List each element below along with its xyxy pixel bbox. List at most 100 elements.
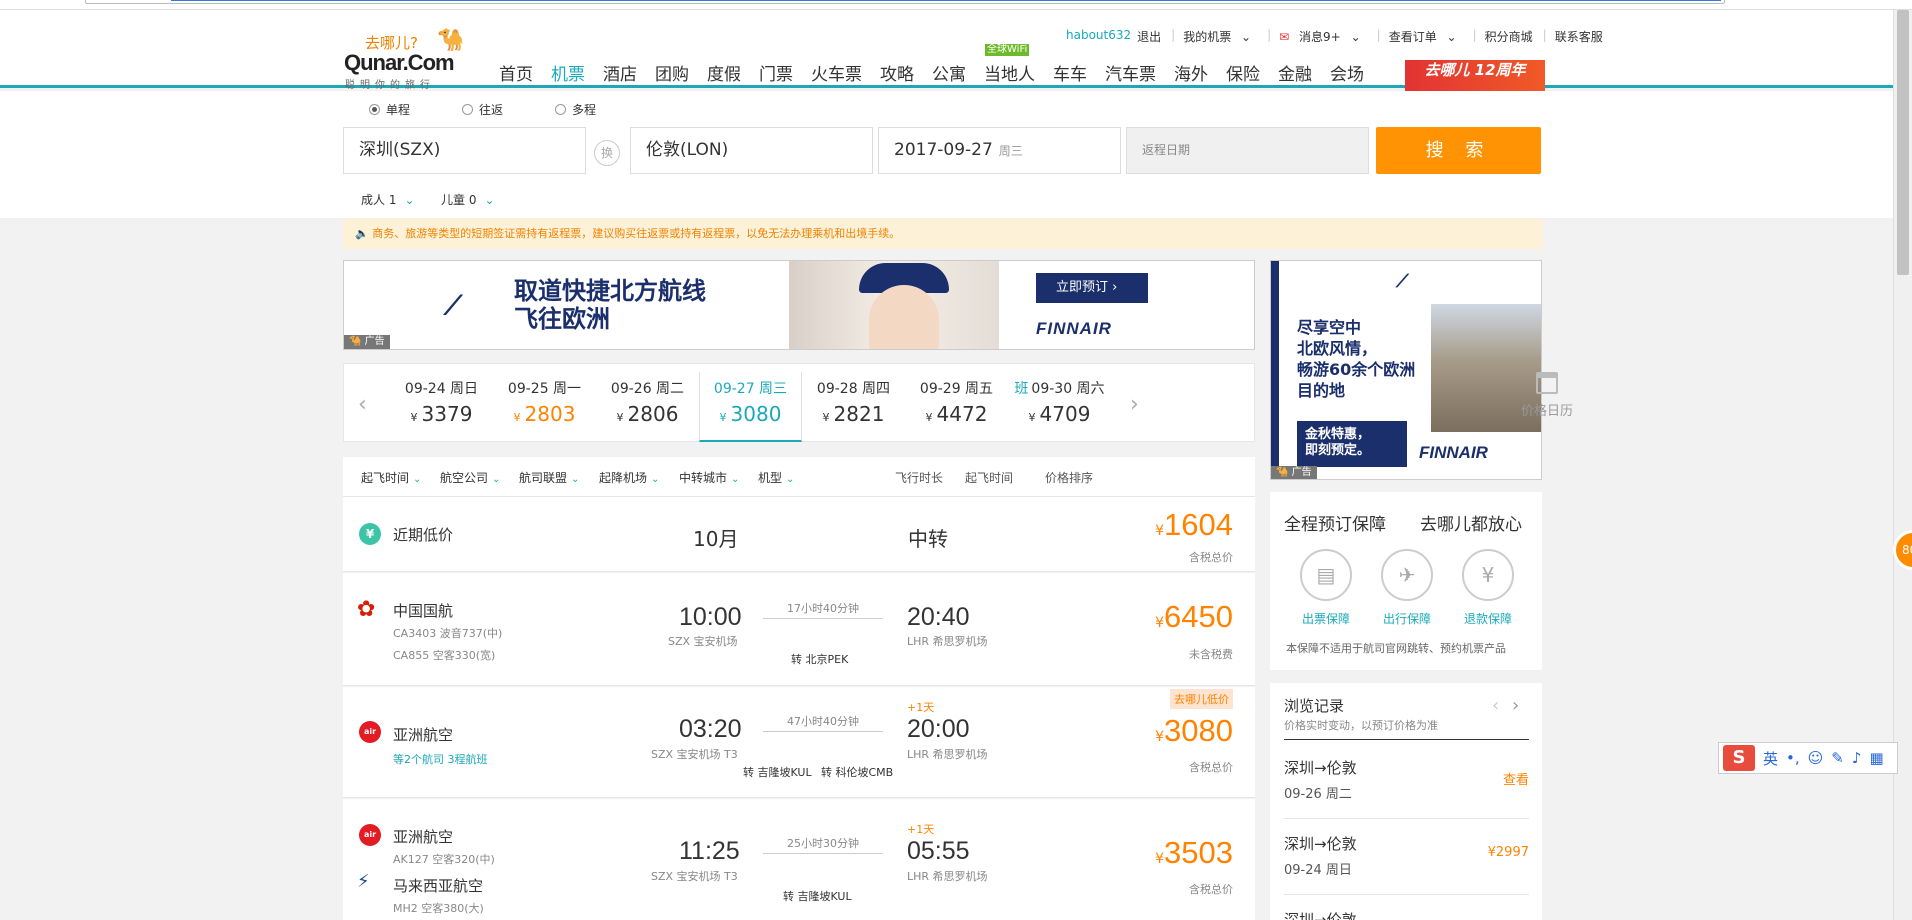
flight-row[interactable]: air 亚洲航空 AK127 空客320(中) ⚡ 马来西亚航空 MH2 空客3… bbox=[343, 799, 1255, 920]
points-link[interactable]: 积分商城 bbox=[1485, 28, 1533, 45]
return-date-input[interactable]: 返程日期 bbox=[1126, 127, 1369, 174]
history-item[interactable]: 深圳→伦敦 bbox=[1284, 897, 1529, 920]
ime-toolbar[interactable]: S 英 •, ☺ ✎ ♪ ▦ bbox=[1718, 742, 1898, 774]
to-city-input[interactable]: 伦敦(LON) bbox=[630, 127, 873, 174]
from-city-input[interactable]: 深圳(SZX) bbox=[343, 127, 586, 174]
sort-option[interactable]: 飞行时长 bbox=[895, 469, 943, 486]
support-link[interactable]: 联系客服 bbox=[1555, 28, 1603, 45]
low-price-row[interactable]: ¥ 近期低价 10月 中转 ¥1604 含税总价 bbox=[343, 497, 1255, 572]
transfer-city: 转 北京PEK bbox=[791, 653, 849, 666]
page-scrollbar[interactable] bbox=[1893, 10, 1912, 920]
next-dates-button[interactable]: › bbox=[1130, 392, 1139, 417]
nav-item[interactable]: 团购 bbox=[646, 60, 698, 86]
filter-dropdown[interactable]: 航空公司 ⌄ bbox=[440, 469, 500, 486]
date-price-cell[interactable]: 09-29 周五 ¥4472 bbox=[905, 372, 1008, 442]
nav-item[interactable]: 火车票 bbox=[802, 60, 871, 86]
address-bar[interactable] bbox=[85, 0, 1725, 4]
adults-select[interactable]: 成人 1 ⌄ bbox=[361, 191, 415, 208]
refund-icon[interactable]: ¥ bbox=[1462, 549, 1514, 601]
date-price-cell[interactable]: 09-27 周三 ¥3080 bbox=[699, 372, 802, 442]
flight-row[interactable]: ✿ 中国国航 CA3403 波音737(中) CA855 空客330(宽) 10… bbox=[343, 573, 1255, 686]
nav-item[interactable]: 金融 bbox=[1269, 60, 1321, 86]
date-price-cell[interactable]: 09-26 周二 ¥2806 bbox=[596, 372, 699, 442]
nav-item[interactable]: 车车 bbox=[1044, 60, 1096, 86]
nav-item[interactable]: 汽车票 bbox=[1096, 60, 1165, 86]
trip-oneway-radio[interactable]: 单程 bbox=[369, 101, 410, 118]
logout-link[interactable]: 退出 bbox=[1137, 28, 1161, 45]
nav-item[interactable]: 首页 bbox=[490, 60, 542, 86]
finnair-banner-ad[interactable]: ⟋ 取道快捷北方航线 飞往欧洲 立即预订 › FINNAIR 🐪 广告 bbox=[343, 260, 1255, 350]
nav-item[interactable]: 海外 bbox=[1165, 60, 1217, 86]
date-price-cell[interactable]: 09-28 周四 ¥2821 bbox=[802, 372, 905, 442]
currency-symbol: ¥ bbox=[410, 411, 418, 424]
messages-menu[interactable]: ✉ 消息9+ ⌄ bbox=[1279, 28, 1366, 45]
filter-dropdown[interactable]: 航司联盟 ⌄ bbox=[519, 469, 579, 486]
nav-item[interactable]: 会场 bbox=[1321, 60, 1373, 86]
history-item[interactable]: 深圳→伦敦 09-24 周日 ¥2997 bbox=[1284, 821, 1529, 895]
mic-icon[interactable]: ♪ bbox=[1852, 749, 1862, 767]
trip-roundtrip-radio[interactable]: 往返 bbox=[462, 101, 503, 118]
filter-dropdown[interactable]: 起飞时间 ⌄ bbox=[361, 469, 421, 486]
sort-option[interactable]: 价格排序 bbox=[1045, 469, 1093, 486]
guarantee-item[interactable]: 出票保障 bbox=[1286, 610, 1366, 627]
arrival-airport: LHR 希思罗机场 bbox=[907, 748, 988, 761]
guarantee-item[interactable]: 出行保障 bbox=[1367, 610, 1447, 627]
history-view-link[interactable]: 查看 bbox=[1503, 769, 1529, 788]
date-text: 09-26 周二 bbox=[610, 381, 685, 397]
nav-item[interactable]: 度假 bbox=[698, 60, 750, 86]
search-button[interactable]: 搜 索 bbox=[1376, 127, 1541, 174]
departure-airport: SZX 宝安机场 T3 bbox=[651, 870, 738, 883]
qunar-logo[interactable]: 去哪儿? 🐪 Qunar.Com 聪明你的旅行 bbox=[343, 28, 473, 91]
history-next-button[interactable]: › bbox=[1512, 695, 1519, 716]
plane-icon[interactable]: ✈ bbox=[1381, 549, 1433, 601]
username-link[interactable]: habout632 bbox=[1066, 28, 1131, 45]
face-shape bbox=[869, 285, 939, 349]
flight-row[interactable]: air 亚洲航空 等2个航司 3程航班 03:20 SZX 宝安机场 T3 47… bbox=[343, 687, 1255, 798]
sort-option[interactable]: 起飞时间 bbox=[965, 469, 1013, 486]
ad-side-button[interactable]: 金秋特惠， 即刻预定。 bbox=[1297, 421, 1407, 467]
date-price-cell[interactable]: 班 09-30 周六 ¥4709 bbox=[1008, 372, 1111, 442]
filter-dropdown[interactable]: 起降机场 ⌄ bbox=[599, 469, 659, 486]
guarantee-item[interactable]: 退款保障 bbox=[1448, 610, 1528, 627]
main-nav: 首页 机票 酒店 团购 度假 门票 火车票 攻略 公寓 当地人 全球WiFi 车车 汽车票 海外 保险 金融会… bbox=[490, 44, 1373, 86]
punctuation-icon[interactable]: •, bbox=[1786, 749, 1800, 767]
trip-multi-radio[interactable]: 多程 bbox=[555, 101, 596, 118]
nav-item[interactable]: 当地人 全球WiFi bbox=[975, 44, 1044, 86]
filter-dropdown[interactable]: 机型 ⌄ bbox=[758, 469, 794, 486]
history-prev-button[interactable]: ‹ bbox=[1492, 695, 1499, 716]
radio-label: 多程 bbox=[572, 103, 597, 117]
scroll-thumb[interactable] bbox=[1897, 10, 1909, 275]
ticket-icon[interactable]: ▤ bbox=[1300, 549, 1352, 601]
finnair-wordmark: FINNAIR bbox=[1419, 443, 1488, 462]
emoji-icon[interactable]: ☺ bbox=[1808, 749, 1824, 767]
top-links: habout632 退出 | 我的机票 ⌄ | ✉ 消息9+ ⌄ | 查看订单 … bbox=[1066, 28, 1609, 45]
finnair-side-ad[interactable]: ⟋ 尽享空中 北欧风情， 畅游60余个欧洲 目的地 金秋特惠， 即刻预定。 FIN… bbox=[1270, 260, 1542, 480]
pen-icon[interactable]: ✎ bbox=[1831, 749, 1844, 767]
date-price-cell[interactable]: 09-25 周一 ¥2803 bbox=[493, 372, 596, 442]
nav-label: 汽车票 bbox=[1105, 65, 1156, 85]
grid-icon[interactable]: ▦ bbox=[1869, 749, 1883, 767]
filter-dropdown[interactable]: 中转城市 ⌄ bbox=[679, 469, 739, 486]
price-calendar-button[interactable]: 价格日历 bbox=[1507, 372, 1587, 419]
prev-dates-button[interactable]: ‹ bbox=[358, 392, 367, 417]
date-price-cell[interactable]: 09-24 周日 ¥3379 bbox=[390, 372, 493, 442]
orders-menu[interactable]: 查看订单 ⌄ bbox=[1389, 28, 1463, 45]
ad-side-line: 北欧风情， bbox=[1297, 339, 1378, 358]
low-price-month: 10月 bbox=[693, 527, 739, 551]
my-tickets-menu[interactable]: 我的机票 ⌄ bbox=[1183, 28, 1257, 45]
nav-item[interactable]: 保险 bbox=[1217, 60, 1269, 86]
price-value: 3080 bbox=[1164, 713, 1233, 748]
airasia-logo-icon: air bbox=[359, 721, 381, 743]
history-item[interactable]: 深圳→伦敦 09-26 周二 查看 bbox=[1284, 745, 1529, 819]
ad-book-button[interactable]: 立即预订 › bbox=[1036, 273, 1148, 303]
nav-item[interactable]: 酒店 bbox=[594, 60, 646, 86]
ime-language[interactable]: 英 bbox=[1763, 748, 1778, 769]
swap-cities-button[interactable]: 换 bbox=[594, 140, 620, 166]
nav-item[interactable]: 攻略 bbox=[871, 60, 923, 86]
depart-date-input[interactable]: 2017-09-27 周三 bbox=[878, 127, 1121, 174]
nav-item[interactable]: 公寓 bbox=[923, 60, 975, 86]
children-select[interactable]: 儿童 0 ⌄ bbox=[441, 191, 495, 208]
more-airlines-link[interactable]: 等2个航司 3程航班 bbox=[393, 751, 488, 767]
nav-item[interactable]: 门票 bbox=[750, 60, 802, 86]
nav-item[interactable]: 机票 bbox=[542, 60, 594, 86]
